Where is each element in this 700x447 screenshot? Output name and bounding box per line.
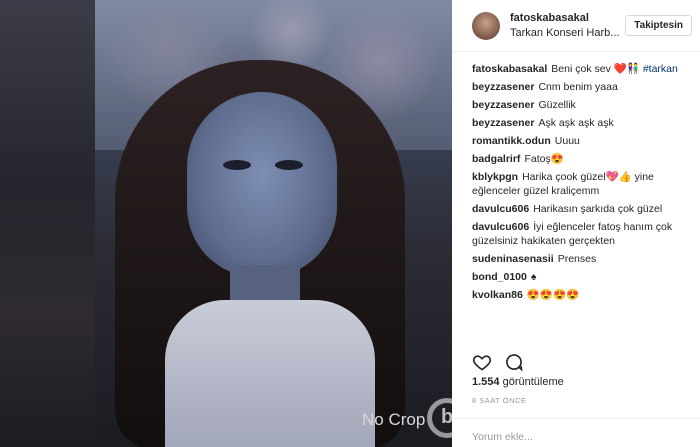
post-side-panel: fatoskabasakal Tarkan Konseri Harb... Ta… (452, 0, 700, 447)
post-actions (472, 352, 524, 377)
list-item: beyzzasener Güzellik (472, 98, 680, 112)
comment-username[interactable]: davulcu606 (472, 221, 529, 233)
list-item: fatoskabasakal Beni çok sev ❤️👫 #tarkan (472, 62, 680, 76)
comment-text: 😍😍😍😍 (526, 289, 580, 301)
comment-text: Aşk aşk aşk aşk (538, 117, 614, 129)
comment-text: Güzellik (538, 99, 576, 111)
comment-username[interactable]: beyzzasener (472, 81, 534, 93)
list-item: romantikk.odun Uuuu (472, 134, 680, 148)
comment-text: ♠ (530, 271, 537, 283)
view-count: 1.554 görüntüleme (472, 376, 564, 388)
comment-username[interactable]: romantikk.odun (472, 135, 551, 147)
avatar[interactable] (472, 11, 500, 40)
comment-username[interactable]: badgalrirf (472, 153, 520, 165)
post-media-video[interactable] (95, 0, 452, 447)
comment-username[interactable]: beyzzasener (472, 99, 534, 111)
add-comment-bar (452, 418, 700, 447)
person-eye-right (275, 160, 303, 170)
header-username[interactable]: fatoskabasakal (510, 12, 625, 24)
list-item: davulcu606 İyi eğlenceler fatoş hanım çok… (472, 220, 680, 248)
list-item: davulcu606 Harikasın şarkıda çok güzel (472, 202, 680, 216)
comment-username[interactable]: sudeninasenasii (472, 253, 554, 265)
comment-text: Prenses (557, 253, 597, 265)
person-top (165, 300, 375, 447)
comment-username[interactable]: beyzzasener (472, 117, 534, 129)
view-count-number: 1.554 (472, 376, 500, 388)
comment-input[interactable] (472, 431, 680, 443)
list-item: sudeninasenasii Prenses (472, 252, 680, 266)
post-header: fatoskabasakal Tarkan Konseri Harb... Ta… (452, 0, 700, 52)
comment-bubble-icon[interactable] (504, 352, 524, 377)
comment-username[interactable]: fatoskabasakal (472, 63, 547, 75)
comment-username[interactable]: kvolkan86 (472, 289, 523, 301)
follow-button[interactable]: Takiptesin (625, 15, 692, 36)
comment-text: Cnm benim yaaa (538, 81, 618, 93)
comment-text: Fatoş😍 (524, 153, 564, 165)
user-block: fatoskabasakal Tarkan Konseri Harb... (510, 12, 625, 39)
list-item: badgalrirf Fatoş😍 (472, 152, 680, 166)
comment-username[interactable]: bond_0100 (472, 271, 527, 283)
person-eye-left (223, 160, 251, 170)
heart-icon[interactable] (472, 352, 492, 377)
post-timestamp[interactable]: 8 SAAT ÖNCE (472, 396, 526, 405)
instagram-post-view: No Crop b fatoskabasakal Tarkan Konseri … (0, 0, 700, 447)
header-location[interactable]: Tarkan Konseri Harb... (510, 27, 625, 39)
comment-username[interactable]: kblykpgn (472, 171, 518, 183)
person-face (187, 92, 337, 277)
list-item: kblykpgn Harika çook güzel💖👍 yine eğlence… (472, 170, 680, 198)
hashtag-link[interactable]: #tarkan (643, 63, 678, 75)
list-item: beyzzasener Cnm benim yaaa (472, 80, 680, 94)
comment-text: Uuuu (554, 135, 580, 147)
view-count-label: görüntüleme (502, 376, 564, 388)
list-item: beyzzasener Aşk aşk aşk aşk (472, 116, 680, 130)
backdrop-left (0, 0, 95, 447)
comment-username[interactable]: davulcu606 (472, 203, 529, 215)
comment-text: Beni çok sev ❤️👫 (551, 63, 643, 75)
list-item: kvolkan86 😍😍😍😍 (472, 288, 680, 302)
comment-text: Harikasın şarkıda çok güzel (533, 203, 663, 215)
list-item: bond_0100 ♠ (472, 270, 680, 284)
watermark-text: No Crop (362, 410, 426, 429)
comment-list: fatoskabasakal Beni çok sev ❤️👫 #tarkan b… (452, 52, 700, 302)
